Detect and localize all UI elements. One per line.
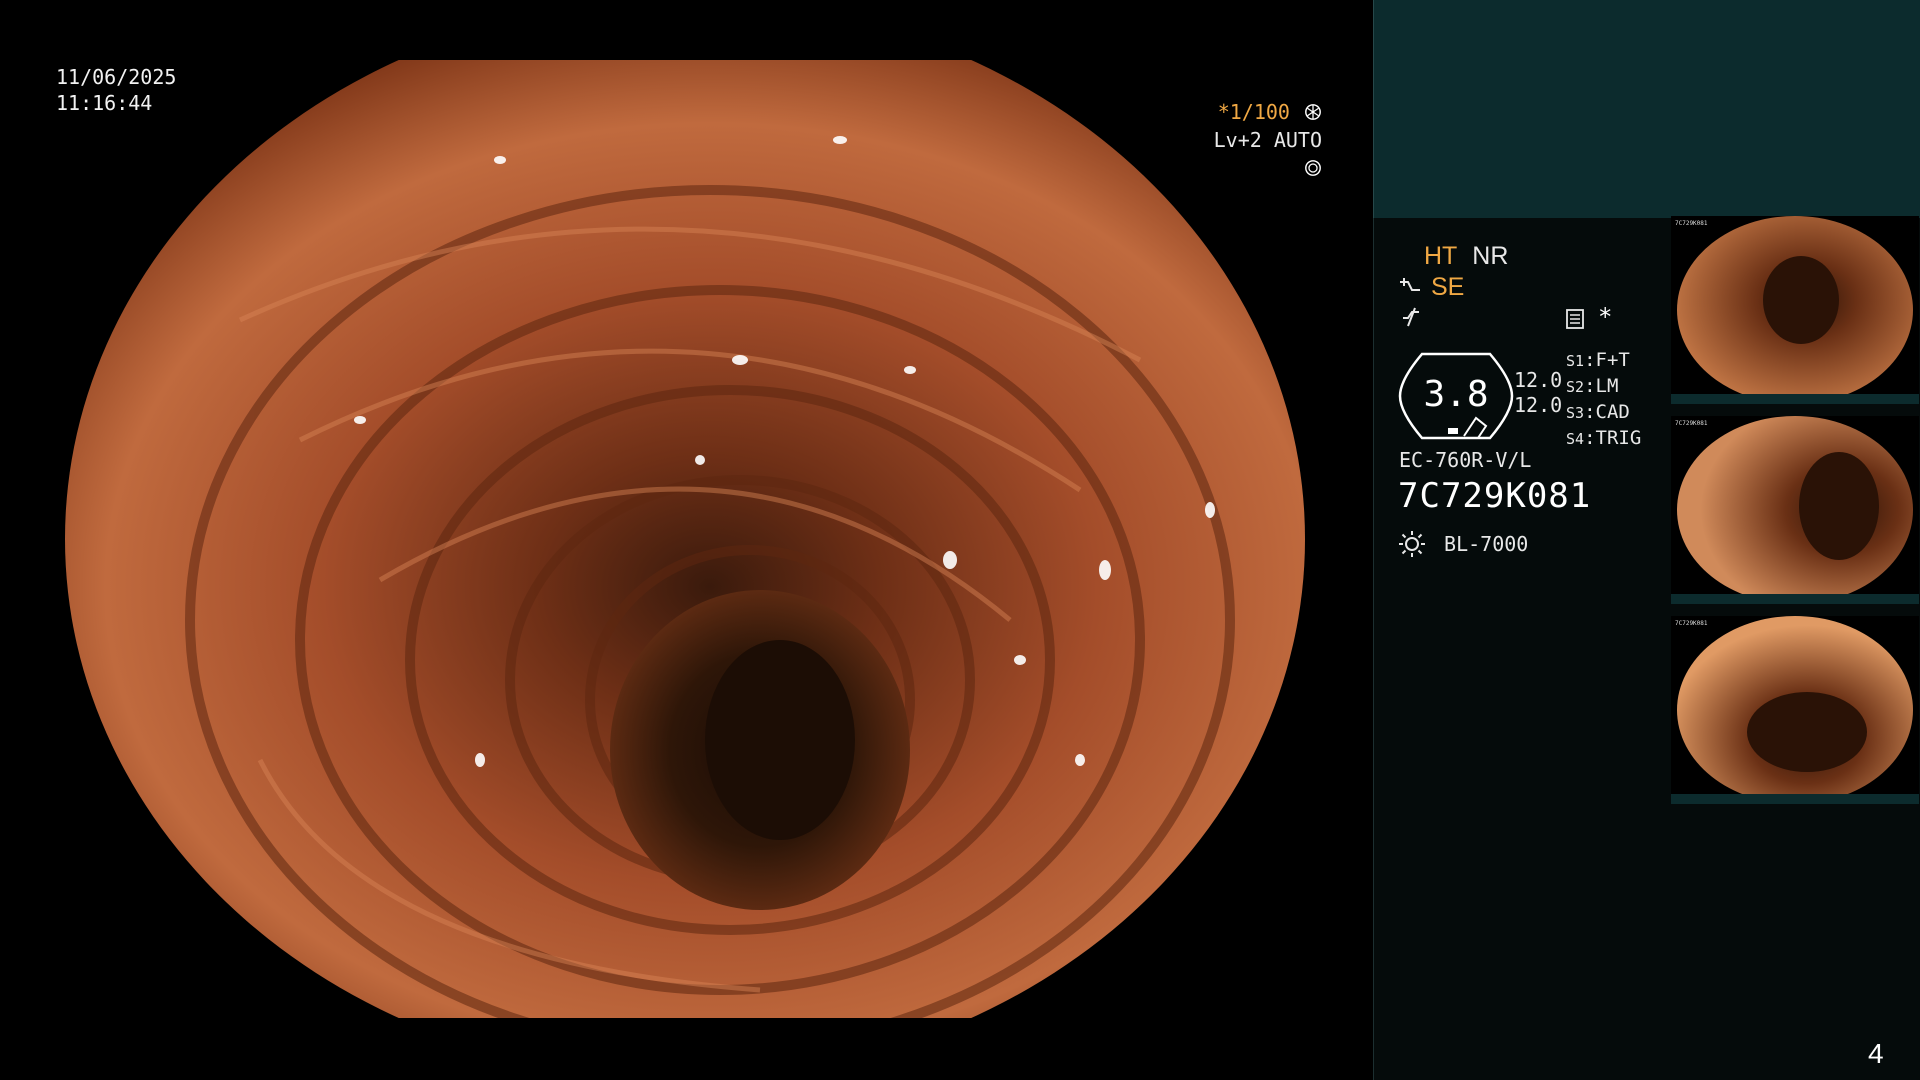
gain-values: 12.0 12.0 <box>1514 368 1562 418</box>
mode-nr-label: NR <box>1472 242 1509 270</box>
thumbnail-serial: 7C729K081 <box>1675 220 1708 227</box>
aperture-icon <box>1305 104 1321 120</box>
auto-iris-icon <box>1305 160 1321 176</box>
colon-lumen-image <box>65 60 1305 1018</box>
memo-icon <box>1566 309 1584 329</box>
switch-row: S1:F+T <box>1566 349 1630 371</box>
zoom-value: 3.8 <box>1423 374 1489 415</box>
mode-ht-label: HT <box>1424 242 1458 270</box>
gain-value-1: 12.0 <box>1514 368 1563 392</box>
capture-thumbnail-1[interactable]: 7C729K081 <box>1671 216 1919 404</box>
date-text: 11/06/2025 <box>56 65 177 89</box>
light-source-row: BL-7000 <box>1398 530 1528 558</box>
structure-enhance-row: SE <box>1398 273 1464 302</box>
switch-row: S3:CAD <box>1566 401 1630 423</box>
switch-row: S2:LM <box>1566 375 1619 397</box>
scope-serial: 7C729K081 <box>1398 476 1592 516</box>
time-text: 11:16:44 <box>56 91 153 115</box>
endoscopic-live-view <box>60 60 1310 1018</box>
asterisk-mark: * <box>1598 303 1613 331</box>
capture-thumbnail-3[interactable]: 7C729K081 <box>1671 616 1919 804</box>
capture-thumbnail-2[interactable]: 7C729K081 <box>1671 416 1919 604</box>
shutter-speed: *1/100 <box>1217 100 1290 124</box>
light-source-icon <box>1399 531 1425 557</box>
image-mode-row: HT NR <box>1424 242 1508 271</box>
light-source-label: BL-7000 <box>1444 532 1529 556</box>
filter-icon <box>1403 307 1419 327</box>
exposure-readout: *1/100 Lv+2 AUTO <box>1192 98 1322 182</box>
switch-row: S4:TRIG <box>1566 427 1642 449</box>
gain-value-2: 12.0 <box>1514 393 1563 417</box>
datetime-readout: 11/06/2025 11:16:44 <box>56 64 176 116</box>
scope-switch-assignments: S1:F+T S2:LM S3:CAD S4:TRIG <box>1566 348 1641 452</box>
panel-header-area <box>1373 0 1920 218</box>
brightness-level: Lv+2 AUTO <box>1213 128 1322 152</box>
edge-enhance-icon <box>1400 278 1420 291</box>
page-number: 4 <box>1868 1038 1884 1069</box>
thumbnail-serial: 7C729K081 <box>1675 620 1708 627</box>
thumbnail-serial: 7C729K081 <box>1675 420 1708 427</box>
mode-se-label: SE <box>1430 273 1465 301</box>
scope-model: EC-760R-V/L <box>1399 448 1532 472</box>
